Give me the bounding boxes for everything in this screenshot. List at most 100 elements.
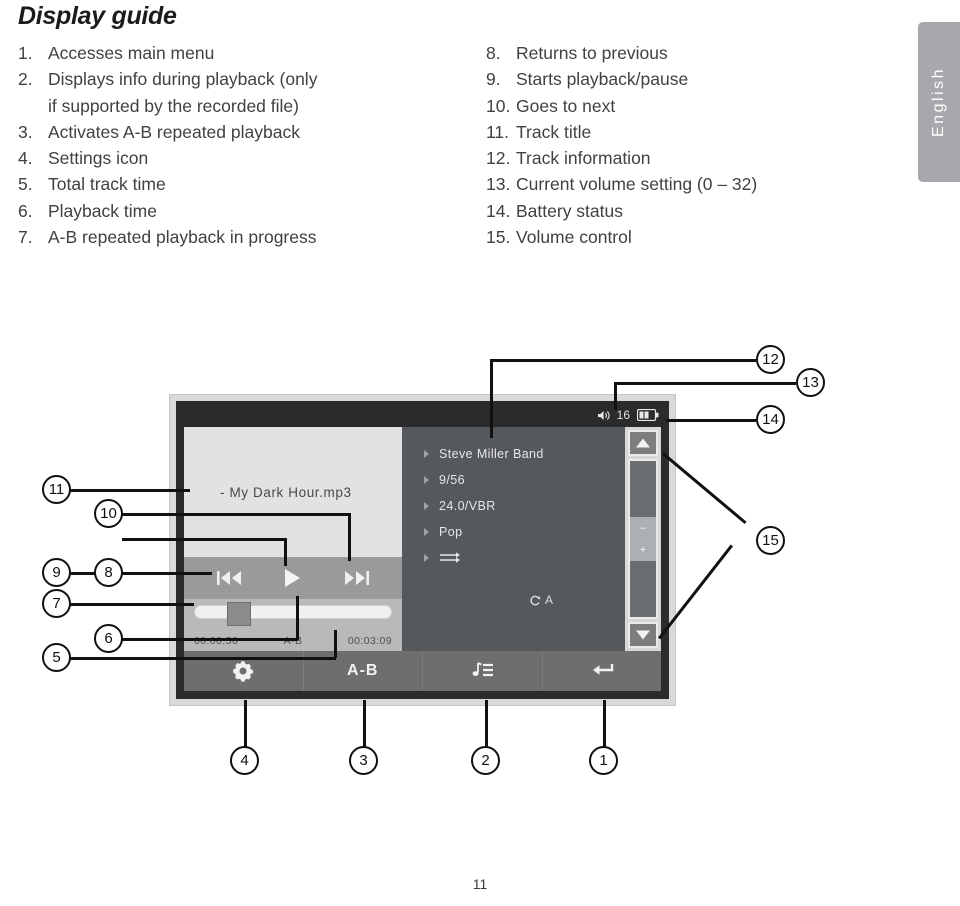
callout-2: 2 [471,746,500,775]
guide-item-number: 15. [486,227,511,248]
guide-item-text: Total track time [48,174,166,195]
seek-thumb[interactable] [227,602,251,626]
repeat-a-label: A [545,593,554,607]
callout-14: 14 [756,405,785,434]
leader-line-13-v [614,382,617,410]
volume-down-button[interactable] [628,622,658,648]
leader-line-4 [244,700,247,747]
guide-item-text: Current volume setting (0 – 32) [516,174,758,195]
next-track-button[interactable] [339,565,373,591]
time-row: 00:00:36 A-B 00:03:09 [194,635,392,647]
guide-item-number: 14. [486,200,511,221]
callout-12: 12 [756,345,785,374]
guide-item-number: 3. [18,121,33,142]
guide-item-number: 2. [18,69,33,90]
guide-item-text: Activates A-B repeated playback [48,121,300,142]
volume-minus-label: – [639,522,647,535]
info-row-genre: Pop [424,519,625,545]
info-row-repeat-mode [424,545,625,571]
guide-item-text: Track title [516,121,592,142]
leader-line-6 [122,638,298,641]
guide-item-text: Starts playback/pause [516,69,689,90]
guide-list-left: 1. Accesses main menu 2. Displays info d… [18,40,468,250]
callout-5: 5 [42,643,71,672]
battery-icon [637,409,659,421]
callout-11: 11 [42,475,71,504]
play-icon [284,569,300,587]
repeat-all-icon [440,552,460,563]
volume-control[interactable]: – + [625,427,661,651]
leader-line-8 [122,538,286,541]
guide-item-5: 5. Total track time [18,171,468,197]
leader-line-14 [666,419,756,422]
guide-item-11: 11. Track title [486,119,886,145]
guide-item-number: 4. [18,148,33,169]
volume-down-arrow-icon [636,630,650,640]
guide-item-2: 2. Displays info during playback (only i… [18,66,468,119]
callout-3: 3 [349,746,378,775]
guide-item-number: 8. [486,43,501,63]
seek-bar[interactable] [194,602,392,626]
guide-item-12: 12. Track information [486,145,886,171]
callout-6: 6 [94,624,123,653]
guide-item-text: Accesses main menu [48,43,215,63]
info-value: 9/56 [439,473,465,487]
guide-item-9: 9. Starts playback/pause [486,66,886,92]
device-screen: - My Dark Hour.mp3 00:00:36 A-B 00:03:09… [184,427,661,691]
leader-line-8-v [284,538,287,566]
volume-plus-label: + [639,544,647,557]
guide-item-text: Battery status [516,200,623,221]
total-time: 00:03:09 [347,635,392,647]
return-button[interactable] [543,651,662,691]
ab-status-label: A-B [283,635,303,647]
guide-item-number: 5. [18,174,33,195]
previous-track-button[interactable] [213,565,247,591]
music-list-icon [472,662,494,677]
callout-13: 13 [796,368,825,397]
volume-value: 16 [616,408,630,422]
page-number: 11 [472,876,488,892]
bullet-icon [424,502,429,510]
volume-up-button[interactable] [628,430,658,456]
guide-item-13: 13. Current volume setting (0 – 32) [486,171,886,197]
info-value: 24.0/VBR [439,499,496,513]
guide-item-text: Returns to previous [516,43,668,63]
guide-item-8: 8. Returns to previous [486,40,886,66]
leader-line-6-v [296,596,299,640]
callout-10: 10 [94,499,123,528]
leader-line-11 [70,489,190,492]
device-frame: 16 - My Dark Hour.mp3 00:00:36 A-B 00:03… [176,401,669,699]
bullet-icon [424,554,429,562]
guide-item-6: 6. Playback time [18,198,468,224]
volume-slider[interactable]: – + [628,459,658,619]
leader-line-9 [70,572,212,575]
guide-item-text: Track information [516,148,651,169]
bullet-icon [424,450,429,458]
track-info-pane: Steve Miller Band 9/56 24.0/VBR Pop A [402,427,625,651]
status-bar: 16 [597,406,659,424]
guide-item-1: 1. Accesses main menu [18,40,468,66]
return-arrow-icon [592,664,613,675]
leader-line-12-v [490,360,493,438]
guide-item-text: Volume control [516,227,632,248]
leader-line-3 [363,700,366,747]
info-row-artist: Steve Miller Band [424,441,625,467]
repeat-ab-icon [530,595,541,605]
callout-9: 9 [42,558,71,587]
guide-item-number: 9. [486,69,501,90]
ab-repeat-label: A-B [347,662,379,679]
play-pause-button[interactable] [276,565,310,591]
volume-slider-knob[interactable]: – + [630,517,656,562]
guide-item-15: 15. Volume control [486,224,886,250]
track-list-button[interactable] [423,651,543,691]
leader-line-10-v [348,513,351,561]
guide-item-number: 13. [486,174,511,195]
info-row-track-number: 9/56 [424,467,625,493]
info-value: Pop [439,525,463,539]
transport-controls [184,557,402,599]
guide-item-number: 11. [486,121,510,142]
volume-up-arrow-icon [636,438,650,448]
language-tab-english: English [918,22,960,182]
next-track-icon [345,571,370,585]
guide-item-text: Settings icon [48,148,149,169]
